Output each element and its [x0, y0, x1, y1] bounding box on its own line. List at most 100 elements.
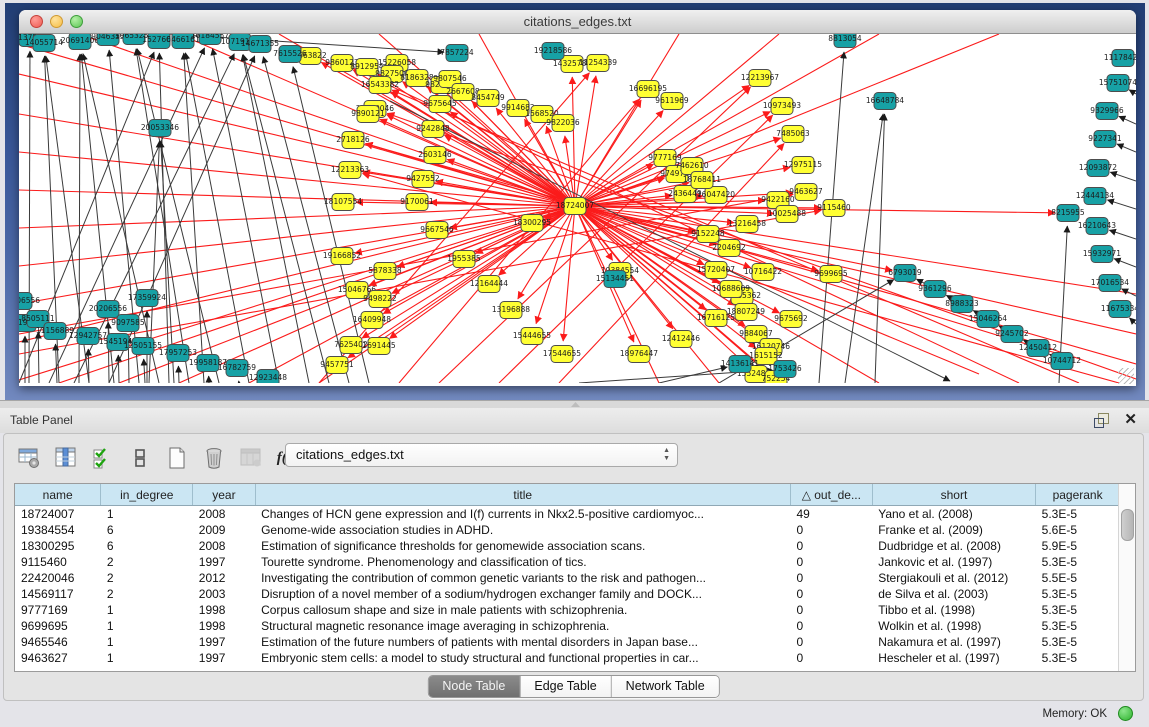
graph-node-selected[interactable]: 15720407 — [697, 262, 735, 279]
zoom-traffic-light-icon[interactable] — [70, 15, 83, 28]
graph-node[interactable]: 8215955 — [1051, 205, 1085, 222]
graph-node-selected[interactable]: 9675645 — [423, 96, 457, 113]
table-row[interactable]: 2242004622012Investigating the contribut… — [15, 570, 1120, 586]
table-header-row[interactable]: namein_degreeyeartitle△ out_de...shortpa… — [15, 484, 1120, 506]
graph-node[interactable]: 17359924 — [128, 290, 166, 307]
graph-node-selected[interactable]: 18107554 — [324, 194, 362, 211]
graph-edge-selected[interactable] — [575, 34, 879, 206]
graph-edge-selected[interactable] — [19, 206, 575, 266]
graph-edge[interactable] — [1117, 144, 1136, 152]
graph-edge[interactable] — [29, 51, 30, 383]
node-table[interactable]: namein_degreeyeartitle△ out_de...shortpa… — [15, 484, 1120, 666]
table-row[interactable]: 1938455462009Genome-wide association stu… — [15, 522, 1120, 538]
graph-node-selected[interactable]: 9822036 — [546, 115, 580, 132]
memory-status-indicator-icon[interactable] — [1118, 706, 1133, 721]
graph-node[interactable]: 7857224 — [440, 45, 474, 62]
graph-node[interactable]: 14055714 — [25, 35, 63, 52]
graph-node-selected[interactable]: 16409948 — [353, 312, 391, 329]
graph-node[interactable]: 15932971 — [1083, 246, 1121, 263]
graph-node-selected[interactable]: 9115460 — [817, 200, 851, 217]
graph-edge[interactable] — [1110, 172, 1136, 181]
graph-edge[interactable] — [38, 332, 39, 383]
graph-node[interactable]: 17016534 — [1091, 275, 1129, 292]
graph-node-selected[interactable]: 2204692 — [712, 240, 746, 257]
graph-edge-selected[interactable] — [575, 206, 1136, 334]
table-row[interactable]: 1456911722003Disruption of a novel membe… — [15, 586, 1120, 602]
close-panel-icon[interactable]: ✕ — [1124, 410, 1137, 428]
table-row[interactable]: 946554611997Estimation of the future num… — [15, 634, 1120, 650]
graph-node-selected[interactable]: 13216458 — [728, 216, 766, 233]
scrollbar-thumb[interactable] — [1121, 509, 1134, 541]
graph-node[interactable]: 9329966 — [1090, 103, 1124, 120]
graph-node[interactable]: 15134451 — [596, 271, 634, 288]
column-header-name[interactable]: name — [15, 484, 101, 506]
graph-node-selected[interactable]: 18976447 — [620, 346, 658, 363]
graph-node-selected[interactable]: 9170061 — [400, 194, 434, 211]
new-column-icon[interactable] — [164, 445, 190, 471]
graph-node[interactable]: 16210643 — [1078, 218, 1116, 235]
graph-edge[interactable] — [1107, 200, 1136, 209]
column-header-out_degree[interactable]: △ out_de... — [790, 484, 872, 506]
graph-node-selected[interactable]: 8454749 — [471, 90, 505, 107]
graph-edge[interactable] — [184, 53, 204, 383]
graph-edge[interactable] — [1119, 116, 1136, 124]
graph-node-selected[interactable]: 12412446 — [662, 331, 700, 348]
graph-node[interactable]: 11675334 — [1101, 301, 1136, 318]
graph-node[interactable]: 9361296 — [918, 281, 952, 298]
table-row[interactable]: 1872400712008Changes of HCN gene express… — [15, 506, 1120, 523]
graph-node-selected[interactable]: 19166852 — [323, 248, 361, 265]
column-header-pagerank[interactable]: pagerank — [1036, 484, 1120, 506]
network-graph[interactable]: 1872400776638229860123891295415226058982… — [19, 34, 1136, 383]
graph-edge[interactable] — [144, 359, 145, 383]
graph-node[interactable]: 15751074 — [1099, 75, 1136, 92]
import-table-icon[interactable] — [238, 445, 264, 471]
graph-node[interactable]: 8813054 — [828, 34, 862, 48]
network-window[interactable]: citations_edges.txt 18724007766382298601… — [19, 10, 1136, 386]
graph-edge[interactable] — [178, 366, 179, 383]
graph-node[interactable]: 8988323 — [945, 296, 979, 313]
graph-edge[interactable] — [159, 53, 169, 383]
graph-node-selected[interactable]: 12213363 — [331, 162, 369, 179]
table-row[interactable]: 977716911998Corpus callosum shape and si… — [15, 602, 1120, 618]
graph-node-selected[interactable]: 12164444 — [470, 276, 508, 293]
graph-node[interactable]: 9227341 — [1088, 131, 1122, 148]
graph-edge[interactable] — [845, 114, 883, 383]
graph-edge[interactable] — [1109, 230, 1136, 239]
graph-edge-selected[interactable] — [19, 194, 793, 334]
tab-network-table[interactable]: Network Table — [612, 676, 719, 697]
graph-node-selected[interactable]: 18300295 — [513, 215, 551, 232]
table-vertical-scrollbar[interactable] — [1118, 484, 1135, 671]
graph-edge[interactable] — [875, 114, 885, 383]
column-header-year[interactable]: year — [193, 484, 255, 506]
graph-node[interactable]: 20053346 — [141, 120, 179, 137]
close-traffic-light-icon[interactable] — [30, 15, 43, 28]
graph-node-selected[interactable]: 2718126 — [336, 132, 370, 149]
table-row[interactable]: 969969511998Structural magnetic resonanc… — [15, 618, 1120, 634]
graph-edge[interactable] — [213, 49, 279, 383]
graph-node-selected[interactable]: 12975115 — [784, 157, 822, 174]
graph-node-selected[interactable]: 15444655 — [513, 328, 551, 345]
graph-node[interactable]: 9097585 — [111, 315, 145, 332]
window-resize-grip[interactable] — [1118, 368, 1134, 384]
tab-node-table[interactable]: Node Table — [428, 676, 520, 697]
graph-node[interactable]: 11178420 — [1104, 50, 1136, 67]
graph-node-selected[interactable]: 9611969 — [655, 93, 689, 110]
graph-node-selected[interactable]: 10716422 — [744, 264, 782, 281]
network-window-titlebar[interactable]: citations_edges.txt — [19, 10, 1136, 34]
graph-node-selected[interactable]: 9667546 — [420, 222, 454, 239]
delete-column-icon[interactable] — [201, 445, 227, 471]
graph-edge[interactable] — [1129, 90, 1136, 94]
graph-edge[interactable] — [1114, 259, 1136, 267]
graph-edge[interactable] — [1129, 318, 1136, 324]
minimize-traffic-light-icon[interactable] — [50, 15, 63, 28]
table-row[interactable]: 911546021997Tourette syndrome. Phenomeno… — [15, 554, 1120, 570]
column-header-short[interactable]: short — [872, 484, 1035, 506]
graph-node-selected[interactable]: 9890121 — [351, 106, 385, 123]
graph-edge[interactable] — [118, 355, 119, 383]
graph-edge-selected[interactable] — [575, 206, 892, 270]
float-panel-icon[interactable] — [1094, 413, 1109, 428]
graph-edge[interactable] — [55, 344, 57, 383]
graph-node-selected[interactable]: 10025488 — [768, 206, 806, 223]
graph-node-selected[interactable]: 5878338 — [368, 263, 402, 280]
graph-node-selected[interactable]: 11254339 — [579, 55, 617, 72]
